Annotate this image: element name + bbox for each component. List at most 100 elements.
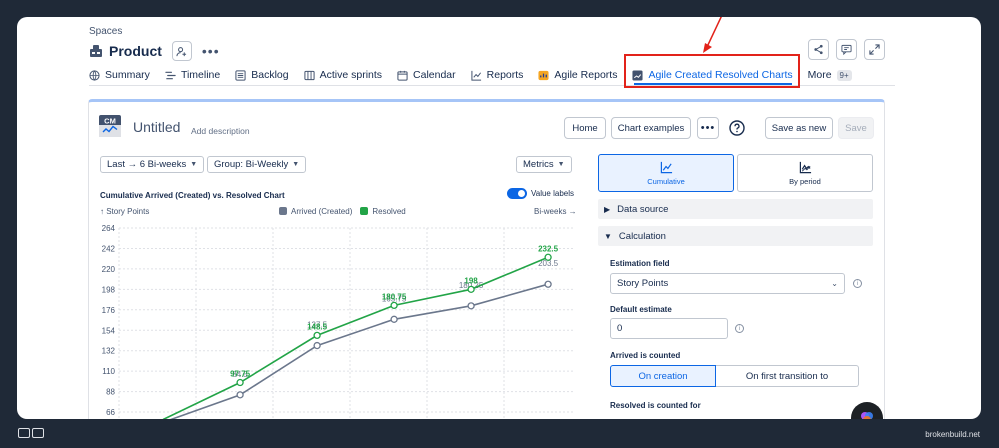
- x-axis-label: Bi-weeks →: [534, 207, 577, 216]
- y-axis-label: ↑ Story Points: [100, 207, 150, 216]
- chart-examples-button[interactable]: Chart examples: [611, 117, 691, 139]
- data-point: [390, 301, 398, 310]
- metrics-select[interactable]: Metrics ▼: [516, 156, 572, 173]
- tab-more[interactable]: More 9+: [808, 69, 852, 81]
- calendar-icon: [397, 70, 408, 81]
- data-label: 232.5: [538, 244, 559, 253]
- view-switcher: Cumulative By period: [598, 154, 873, 192]
- chevron-down-icon: ⌄: [831, 279, 838, 288]
- arrived-counted-options: On creation On first transition to: [610, 365, 861, 387]
- data-point: [313, 331, 321, 340]
- more-actions-icon[interactable]: •••: [202, 43, 220, 59]
- svg-text:CM: CM: [104, 117, 116, 126]
- share-icon: [814, 44, 823, 55]
- data-point: [313, 341, 321, 350]
- info-icon[interactable]: i: [853, 279, 862, 288]
- feedback-icon: [841, 44, 852, 55]
- view-cumulative[interactable]: Cumulative: [598, 154, 734, 192]
- fullscreen-button[interactable]: [864, 39, 885, 60]
- add-person-icon: [176, 46, 187, 56]
- timeline-icon: [165, 71, 176, 79]
- data-point: [236, 391, 244, 399]
- tab-summary[interactable]: Summary: [89, 69, 150, 81]
- option-on-first-transition[interactable]: On first transition to: [716, 365, 859, 387]
- page-title: Product: [109, 43, 162, 59]
- chart-plot: 668811013215417619822024226484.5137.5165…: [102, 224, 574, 419]
- tab-reports[interactable]: Reports: [471, 69, 523, 81]
- footer-site: brokenbuild.net: [925, 430, 980, 439]
- data-point: [544, 253, 552, 261]
- help-button[interactable]: [726, 117, 748, 139]
- share-button[interactable]: [808, 39, 829, 60]
- estimation-field-select[interactable]: Story Points ⌄: [610, 273, 845, 294]
- value-labels-toggle[interactable]: [507, 188, 527, 199]
- tab-calendar[interactable]: Calendar: [397, 69, 456, 81]
- chart-heading: Cumulative Arrived (Created) vs. Resolve…: [100, 191, 285, 200]
- brand-logo-icon: [18, 428, 44, 438]
- y-tick-label: 66: [106, 408, 115, 417]
- data-label: 97.75: [230, 370, 251, 379]
- home-button[interactable]: Home: [564, 117, 606, 139]
- by-period-chart-icon: [799, 161, 811, 173]
- data-source-section[interactable]: ▶ Data source: [598, 199, 873, 219]
- data-point: [467, 302, 475, 310]
- agile-reports-icon: [538, 70, 549, 80]
- option-on-creation[interactable]: On creation: [610, 365, 716, 387]
- y-tick-label: 176: [102, 306, 116, 315]
- chevron-down-icon: ▼: [190, 161, 198, 168]
- add-people-button[interactable]: [171, 41, 192, 61]
- range-select[interactable]: Last → 6 Bi-weeks ▼: [100, 156, 205, 173]
- tab-backlog[interactable]: Backlog: [235, 69, 289, 81]
- project-header: Product •••: [89, 41, 220, 61]
- data-point: [467, 285, 475, 293]
- tab-timeline[interactable]: Timeline: [165, 69, 220, 81]
- legend-item-resolved[interactable]: Resolved: [360, 207, 406, 216]
- y-tick-label: 198: [102, 285, 116, 294]
- help-icon: [729, 120, 745, 136]
- chart-legend: Arrived (Created) Resolved: [279, 207, 406, 216]
- save-button[interactable]: Save: [838, 117, 874, 139]
- estimation-field-label: Estimation field: [610, 259, 670, 268]
- data-label: 198: [464, 276, 478, 285]
- calculation-section[interactable]: ▼ Calculation: [598, 226, 873, 246]
- header-actions: [808, 39, 885, 60]
- chevron-down-icon: ▼: [292, 161, 300, 168]
- series-line-arrived: [169, 283, 549, 419]
- tab-agile-reports[interactable]: Agile Reports: [538, 69, 617, 81]
- y-tick-label: 242: [102, 244, 116, 253]
- group-select[interactable]: Group: Bi-Weekly ▼: [207, 156, 307, 173]
- y-tick-label: 220: [102, 265, 116, 274]
- more-count-badge: 9+: [836, 69, 852, 81]
- y-tick-label: 264: [102, 224, 116, 233]
- breadcrumb[interactable]: Spaces: [89, 26, 122, 37]
- chevron-down-icon: ▼: [604, 231, 612, 241]
- more-dots-icon: •••: [700, 122, 716, 134]
- resolved-counted-label: Resolved is counted for: [610, 401, 701, 410]
- board-icon: [304, 70, 315, 80]
- globe-icon: [89, 69, 100, 81]
- card-more-button[interactable]: •••: [697, 117, 719, 139]
- view-by-period[interactable]: By period: [737, 154, 873, 192]
- info-icon[interactable]: i: [735, 324, 744, 333]
- annotation-arrow-icon: [703, 17, 722, 53]
- save-as-new-button[interactable]: Save as new: [765, 117, 833, 139]
- data-point: [236, 378, 244, 387]
- data-label: 148.5: [307, 322, 328, 331]
- data-point: [544, 280, 552, 288]
- chevron-right-icon: ▶: [604, 204, 611, 214]
- backlog-icon: [235, 69, 246, 81]
- legend-item-arrived[interactable]: Arrived (Created): [279, 207, 352, 216]
- feedback-button[interactable]: [836, 39, 857, 60]
- assistant-icon: [861, 412, 873, 419]
- project-icon: [90, 45, 102, 57]
- y-tick-label: 110: [102, 367, 115, 376]
- annotation-highlight-box: [624, 54, 800, 88]
- chart-card: CM Untitled Add description Home Chart e…: [88, 99, 885, 419]
- tab-active-sprints[interactable]: Active sprints: [304, 69, 382, 81]
- default-estimate-input[interactable]: 0: [610, 318, 728, 339]
- chart-title-input[interactable]: Untitled: [133, 119, 180, 135]
- cumulative-chart-icon: [660, 161, 672, 173]
- chevron-down-icon: ▼: [557, 161, 565, 168]
- add-description-link[interactable]: Add description: [191, 126, 250, 136]
- cm-logo-icon: CM: [99, 115, 121, 137]
